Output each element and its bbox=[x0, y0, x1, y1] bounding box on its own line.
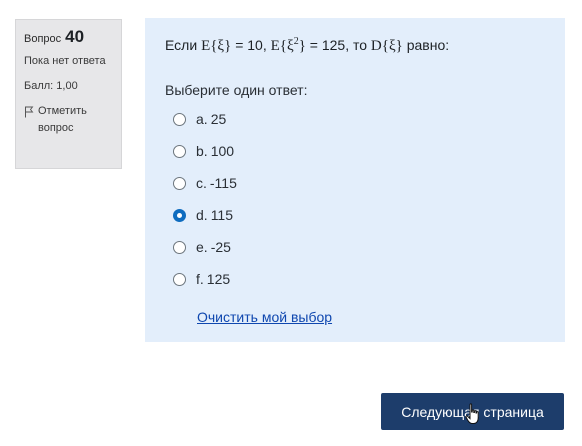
radio-button[interactable] bbox=[173, 144, 186, 158]
answer-label: -115 bbox=[209, 175, 237, 191]
question-suffix: равно: bbox=[402, 37, 450, 53]
answer-letter: a. bbox=[196, 111, 208, 127]
answer-option-b[interactable]: b. 100 bbox=[165, 135, 545, 167]
question-state: Пока нет ответа bbox=[24, 55, 106, 67]
question-text: Если E{ξ} = 10, E{ξ2} = 125, то D{ξ} рав… bbox=[165, 32, 545, 56]
answer-letter: b. bbox=[196, 143, 208, 159]
answer-label: 25 bbox=[210, 111, 227, 127]
answer-letter: c. bbox=[196, 175, 207, 191]
answer-list: a. 25 b. 100 c. -115 d. 115 e. -25 f. 12… bbox=[165, 103, 545, 295]
expectation-xi: E{ξ} bbox=[201, 38, 232, 54]
radio-button[interactable] bbox=[173, 112, 186, 126]
flag-question-link[interactable]: Отметить вопрос bbox=[24, 103, 113, 137]
answer-option-d[interactable]: d. 115 bbox=[165, 199, 545, 231]
answer-option-f[interactable]: f. 125 bbox=[165, 263, 545, 295]
radio-button-selected[interactable] bbox=[173, 208, 186, 222]
answer-label: 125 bbox=[206, 271, 231, 287]
answer-letter: f. bbox=[196, 271, 204, 287]
answer-option-c[interactable]: c. -115 bbox=[165, 167, 545, 199]
clear-choice-link[interactable]: Очистить мой выбор bbox=[197, 309, 332, 325]
variance-xi: D{ξ} bbox=[370, 38, 403, 54]
answer-label: -25 bbox=[210, 239, 231, 255]
question-number: 40 bbox=[65, 27, 85, 46]
question-number-header: Вопрос 40 bbox=[24, 27, 113, 47]
answer-option-a[interactable]: a. 25 bbox=[165, 103, 545, 135]
answer-label: 100 bbox=[210, 143, 235, 159]
question-label: Вопрос bbox=[24, 33, 62, 45]
radio-button[interactable] bbox=[173, 176, 186, 190]
answer-option-e[interactable]: e. -25 bbox=[165, 231, 545, 263]
hand-cursor-icon bbox=[465, 403, 479, 424]
equals-125: = 125, то bbox=[305, 37, 371, 53]
answer-prompt: Выберите один ответ: bbox=[165, 82, 308, 98]
question-info-panel: Вопрос 40 Пока нет ответа Балл: 1,00 Отм… bbox=[15, 19, 122, 169]
question-panel: Если E{ξ} = 10, E{ξ2} = 125, то D{ξ} рав… bbox=[145, 18, 565, 342]
flag-question-label: Отметить вопрос bbox=[38, 105, 87, 134]
flag-icon bbox=[25, 106, 34, 118]
equals-10: = 10, bbox=[231, 37, 271, 53]
radio-button[interactable] bbox=[173, 240, 186, 254]
answer-letter: e. bbox=[196, 239, 208, 255]
question-grade: Балл: 1,00 bbox=[24, 80, 78, 92]
question-prefix: Если bbox=[165, 37, 198, 53]
answer-letter: d. bbox=[196, 207, 208, 223]
answer-label: 115 bbox=[210, 207, 234, 223]
radio-button[interactable] bbox=[173, 272, 186, 286]
expectation-xi-squared: E{ξ2} bbox=[270, 36, 306, 54]
